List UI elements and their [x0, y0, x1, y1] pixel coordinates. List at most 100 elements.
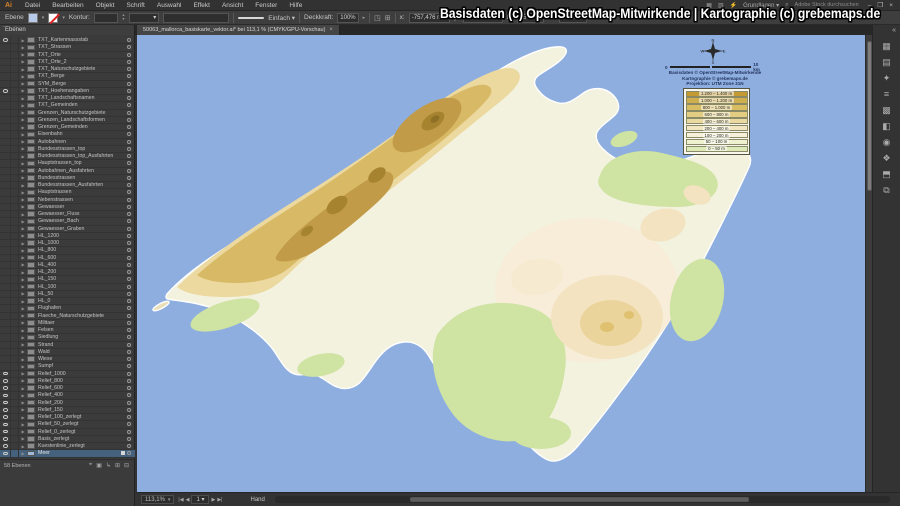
target-circle-icon[interactable]	[127, 255, 131, 260]
expand-arrow-icon[interactable]: ▶	[19, 190, 27, 195]
expand-arrow-icon[interactable]: ▶	[19, 45, 27, 50]
visibility-eye-icon[interactable]	[2, 415, 8, 419]
gradient-icon[interactable]: ▩	[878, 102, 896, 118]
expand-arrow-icon[interactable]: ▶	[19, 364, 27, 369]
layer-row[interactable]: ▶ TXT_Hoehenangaben	[0, 87, 135, 95]
locate-object-icon[interactable]: ⌖	[87, 462, 94, 469]
expand-arrow-icon[interactable]: ▶	[19, 320, 27, 325]
lock-toggle[interactable]	[11, 276, 19, 283]
target-circle-icon[interactable]	[127, 320, 131, 325]
target-circle-icon[interactable]	[127, 277, 131, 282]
visibility-eye-icon[interactable]	[2, 429, 8, 434]
visibility-eye-icon[interactable]	[2, 379, 8, 383]
lock-toggle[interactable]	[11, 232, 19, 239]
layer-row[interactable]: ▶ Gewaesser_Fluss	[0, 211, 135, 219]
target-circle-icon[interactable]	[127, 226, 131, 231]
lock-toggle[interactable]	[11, 80, 19, 87]
expand-arrow-icon[interactable]: ▶	[19, 88, 27, 93]
target-circle-icon[interactable]	[127, 67, 131, 72]
layer-row[interactable]: ▶ Autobahnen_Ausfahrten	[0, 167, 135, 175]
layer-row[interactable]: ▶ Gewaesser_Bach	[0, 218, 135, 226]
target-circle-icon[interactable]	[127, 291, 131, 296]
layer-row[interactable]: ▶ Eisenbahn	[0, 131, 135, 139]
expand-arrow-icon[interactable]: ▶	[19, 422, 27, 427]
target-circle-icon[interactable]	[127, 342, 131, 347]
layer-row[interactable]: ▶ Bundesstrassen_Ausfahrten	[0, 182, 135, 190]
lock-toggle[interactable]	[11, 421, 19, 428]
menu-item[interactable]: Effekt	[187, 2, 216, 9]
layer-row[interactable]: ▶ HL_200	[0, 269, 135, 277]
target-circle-icon[interactable]	[127, 422, 131, 427]
layer-row[interactable]: ▶ SYM_Berge	[0, 80, 135, 88]
lock-toggle[interactable]	[11, 182, 19, 189]
lock-toggle[interactable]	[11, 247, 19, 254]
target-circle-icon[interactable]	[127, 364, 131, 369]
lock-toggle[interactable]	[11, 414, 19, 421]
lock-toggle[interactable]	[11, 363, 19, 370]
collapse-dock-icon[interactable]: «	[892, 25, 900, 38]
visibility-eye-icon[interactable]	[2, 400, 8, 405]
target-circle-icon[interactable]	[127, 248, 131, 253]
lock-toggle[interactable]	[11, 341, 19, 348]
layer-row[interactable]: ▶ TXT_Landschaftsnamen	[0, 95, 135, 103]
target-circle-icon[interactable]	[127, 444, 131, 449]
target-circle-icon[interactable]	[127, 386, 131, 391]
lock-toggle[interactable]	[11, 399, 19, 406]
layer-row[interactable]: ▶ Grenzen_Gemeinden	[0, 124, 135, 132]
lock-toggle[interactable]	[11, 319, 19, 326]
target-circle-icon[interactable]	[127, 88, 131, 93]
symbols-icon[interactable]: ✦	[878, 70, 896, 86]
lock-toggle[interactable]	[11, 196, 19, 203]
lock-toggle[interactable]	[11, 131, 19, 138]
last-artboard-icon[interactable]: ▶|	[217, 497, 222, 503]
stroke-color-swatch[interactable]	[48, 12, 59, 23]
lock-toggle[interactable]	[11, 225, 19, 232]
target-circle-icon[interactable]	[127, 270, 131, 275]
expand-arrow-icon[interactable]: ▶	[19, 132, 27, 137]
next-artboard-icon[interactable]: ▶	[211, 497, 215, 503]
lock-toggle[interactable]	[11, 124, 19, 131]
target-circle-icon[interactable]	[127, 241, 131, 246]
vertical-scrollbar[interactable]	[865, 35, 872, 492]
tab-close-icon[interactable]: ×	[329, 27, 333, 33]
lock-toggle[interactable]	[11, 44, 19, 51]
transparency-icon[interactable]: ◧	[878, 118, 896, 134]
menu-item[interactable]: Ansicht	[216, 2, 249, 9]
lock-toggle[interactable]	[11, 160, 19, 167]
layer-row[interactable]: ▶ Relief_0_zerlegt	[0, 428, 135, 436]
lock-toggle[interactable]	[11, 327, 19, 334]
lock-toggle[interactable]	[11, 348, 19, 355]
swatches-icon[interactable]: ▦	[878, 38, 896, 54]
menu-item[interactable]: Fenster	[249, 2, 283, 9]
layer-row[interactable]: ▶ Felsen	[0, 327, 135, 335]
lock-toggle[interactable]	[11, 174, 19, 181]
visibility-eye-icon[interactable]	[2, 437, 8, 441]
new-layer-icon[interactable]: ⊞	[113, 462, 122, 469]
layer-row[interactable]: ▶ TXT_Kartenmassstab	[0, 37, 135, 45]
expand-arrow-icon[interactable]: ▶	[19, 386, 27, 391]
lock-toggle[interactable]	[11, 102, 19, 109]
layer-row[interactable]: ▶ Relief_100_zerlegt	[0, 414, 135, 422]
lock-toggle[interactable]	[11, 377, 19, 384]
artboards-icon[interactable]: ⬒	[878, 166, 896, 182]
target-circle-icon[interactable]	[127, 284, 131, 289]
layer-row[interactable]: ▶ TXT_Orte	[0, 51, 135, 59]
layer-row[interactable]: ▶ Bundesstrassen_top_Ausfahrten	[0, 153, 135, 161]
menu-item[interactable]: Datei	[19, 2, 46, 9]
layer-row[interactable]: ▶ Militaer	[0, 319, 135, 327]
expand-arrow-icon[interactable]: ▶	[19, 270, 27, 275]
expand-arrow-icon[interactable]: ▶	[19, 415, 27, 420]
target-circle-icon[interactable]	[127, 117, 131, 122]
lock-toggle[interactable]	[11, 305, 19, 312]
target-circle-icon[interactable]	[127, 168, 131, 173]
expand-arrow-icon[interactable]: ▶	[19, 349, 27, 354]
lock-toggle[interactable]	[11, 385, 19, 392]
target-circle-icon[interactable]	[127, 154, 131, 159]
expand-arrow-icon[interactable]: ▶	[19, 154, 27, 159]
target-circle-icon[interactable]	[127, 183, 131, 188]
lock-toggle[interactable]	[11, 370, 19, 377]
target-circle-icon[interactable]	[127, 328, 131, 333]
expand-arrow-icon[interactable]: ▶	[19, 67, 27, 72]
lock-toggle[interactable]	[11, 254, 19, 261]
map-canvas[interactable]: N E S W 0 10 km Basisdaten © OpenStreetM…	[137, 35, 865, 492]
